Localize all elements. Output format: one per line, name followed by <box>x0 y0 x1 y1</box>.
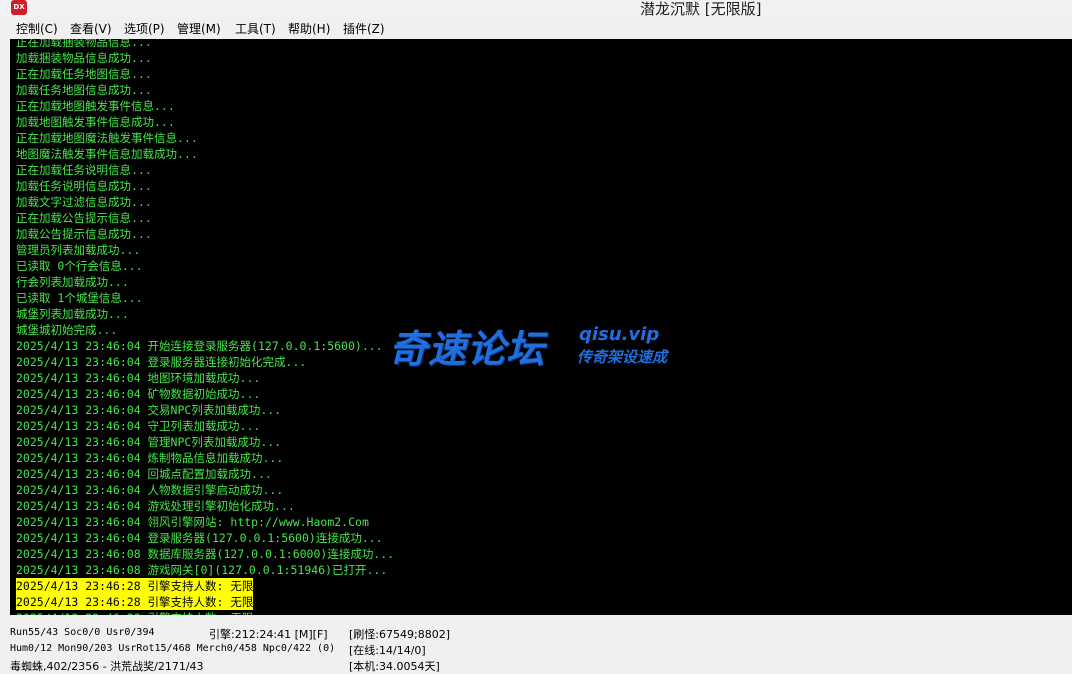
log-line: 2025/4/13 23:46:04 登录服务器连接初始化完成... <box>16 354 394 370</box>
menu-tools[interactable]: 工具(T) <box>235 20 276 37</box>
status-run-counters: Run55/43 Soc0/0 Usr0/394 <box>10 627 155 638</box>
log-line-text: 行会列表加载成功... <box>16 275 129 289</box>
log-line: 2025/4/13 23:46:28 引擎支持人数: 无限 <box>16 610 394 615</box>
log-line-text: 已读取 1个城堡信息... <box>16 291 143 305</box>
log-line-text: 已读取 0个行会信息... <box>16 259 143 273</box>
log-line: 2025/4/13 23:46:04 地图环境加载成功... <box>16 370 394 386</box>
log-line: 地图魔法触发事件信息加载成功... <box>16 146 394 162</box>
log-line-text: 加载文字过滤信息成功... <box>16 195 152 209</box>
log-line-text: 2025/4/13 23:46:04 地图环境加载成功... <box>16 371 261 385</box>
app-icon: DX <box>11 0 27 15</box>
log-line-text: 2025/4/13 23:46:04 开始连接登录服务器(127.0.0.1:5… <box>16 339 383 353</box>
log-line: 2025/4/13 23:46:04 翎风引擎网站: http://www.Ha… <box>16 514 394 530</box>
log-line-text: 正在加载任务地图信息... <box>16 67 152 81</box>
log-line-text: 加载任务地图信息成功... <box>16 83 152 97</box>
log-line: 城堡城初始完成... <box>16 322 394 338</box>
log-line-text: 正在加载地图触发事件信息... <box>16 99 175 113</box>
log-line-text: 2025/4/13 23:46:08 数据库服务器(127.0.0.1:6000… <box>16 547 395 561</box>
log-line: 2025/4/13 23:46:04 矿物数据初始成功... <box>16 386 394 402</box>
log-line-text: 2025/4/13 23:46:28 引擎支持人数: 无限 <box>16 611 253 615</box>
log-line-text: 2025/4/13 23:46:04 交易NPC列表加载成功... <box>16 403 282 417</box>
log-line-text: 2025/4/13 23:46:04 游戏处理引擎初始化成功... <box>16 499 295 513</box>
log-line-text: 2025/4/13 23:46:04 管理NPC列表加载成功... <box>16 435 282 449</box>
menu-plugins[interactable]: 插件(Z) <box>343 20 385 37</box>
log-line-text: 正在加载地图魔法触发事件信息... <box>16 131 198 145</box>
log-line-text: 2025/4/13 23:46:04 翎风引擎网站: http://www.Ha… <box>16 515 369 529</box>
log-line: 正在加载任务说明信息... <box>16 162 394 178</box>
log-line: 2025/4/13 23:46:04 游戏处理引擎初始化成功... <box>16 498 394 514</box>
watermark-subtitle: 传奇架设速成 <box>577 348 668 366</box>
log-line: 加载捆装物品信息成功... <box>16 50 394 66</box>
log-line-text: 2025/4/13 23:46:08 游戏网关[0](127.0.0.1:519… <box>16 563 388 577</box>
log-line: 2025/4/13 23:46:04 守卫列表加载成功... <box>16 418 394 434</box>
status-engine-time: 引擎:212:24:41 [M][F] <box>209 628 328 641</box>
log-line: 正在加载捆装物品信息... <box>16 39 394 50</box>
log-line: 2025/4/13 23:46:04 开始连接登录服务器(127.0.0.1:5… <box>16 338 394 354</box>
log-line: 加载任务说明信息成功... <box>16 178 394 194</box>
status-bar: Run55/43 Soc0/0 Usr0/394 引擎:212:24:41 [M… <box>0 620 1072 673</box>
log-line: 2025/4/13 23:46:04 炼制物品信息加载成功... <box>16 450 394 466</box>
log-line: 正在加载任务地图信息... <box>16 66 394 82</box>
log-line-text: 城堡列表加载成功... <box>16 307 129 321</box>
menu-bar: 控制(C) 查看(V) 选项(P) 管理(M) 工具(T) 帮助(H) 插件(Z… <box>0 17 1072 37</box>
status-spawn: [刷怪:67549;8802] <box>349 628 450 641</box>
log-line: 正在加载地图触发事件信息... <box>16 98 394 114</box>
log-line: 加载文字过滤信息成功... <box>16 194 394 210</box>
log-line-highlighted-text: 2025/4/13 23:46:28 引擎支持人数: 无限 <box>16 578 254 594</box>
log-line: 加载地图触发事件信息成功... <box>16 114 394 130</box>
log-line: 加载公告提示信息成功... <box>16 226 394 242</box>
log-line: 2025/4/13 23:46:28 引擎支持人数: 无限 <box>16 594 394 610</box>
title-bar: DX 潜龙沉默 [无限版] <box>0 0 1072 18</box>
log-line-text: 城堡城初始完成... <box>16 323 118 337</box>
log-line: 2025/4/13 23:46:04 交易NPC列表加载成功... <box>16 402 394 418</box>
log-line-text: 加载地图触发事件信息成功... <box>16 115 175 129</box>
log-line: 正在加载公告提示信息... <box>16 210 394 226</box>
log-line-text: 正在加载捆装物品信息... <box>16 39 152 49</box>
status-entity-counters: Hum0/12 Mon90/203 UsrRot15/468 Merch0/45… <box>10 643 336 654</box>
log-line-text: 正在加载公告提示信息... <box>16 211 152 225</box>
log-line: 城堡列表加载成功... <box>16 306 394 322</box>
log-line: 已读取 0个行会信息... <box>16 258 394 274</box>
log-line-text: 2025/4/13 23:46:04 回城点配置加载成功... <box>16 467 272 481</box>
menu-view[interactable]: 查看(V) <box>70 20 112 37</box>
log-line: 正在加载地图魔法触发事件信息... <box>16 130 394 146</box>
log-line: 行会列表加载成功... <box>16 274 394 290</box>
log-line: 2025/4/13 23:46:28 引擎支持人数: 无限 <box>16 578 394 594</box>
log-line-text: 2025/4/13 23:46:04 矿物数据初始成功... <box>16 387 261 401</box>
log-line: 2025/4/13 23:46:08 数据库服务器(127.0.0.1:6000… <box>16 546 394 562</box>
watermark: 奇速论坛 qisu.vip 传奇架设速成 <box>389 316 689 372</box>
log-line-text: 地图魔法触发事件信息加载成功... <box>16 147 198 161</box>
log-line-text: 2025/4/13 23:46:04 炼制物品信息加载成功... <box>16 451 284 465</box>
log-line: 已读取 1个城堡信息... <box>16 290 394 306</box>
log-line-text: 加载任务说明信息成功... <box>16 179 152 193</box>
log-line-text: 2025/4/13 23:46:04 守卫列表加载成功... <box>16 419 261 433</box>
log-lines: 正在加载捆装物品信息... 加载捆装物品信息成功... 正在加载任务地图信息... 加… <box>16 39 394 615</box>
log-line-text: 加载捆装物品信息成功... <box>16 51 152 65</box>
log-line: 2025/4/13 23:46:04 登录服务器(127.0.0.1:5600)… <box>16 530 394 546</box>
log-line-text: 正在加载任务说明信息... <box>16 163 152 177</box>
log-line: 2025/4/13 23:46:04 人物数据引擎启动成功... <box>16 482 394 498</box>
log-line-highlighted-text: 2025/4/13 23:46:28 引擎支持人数: 无限 <box>16 594 254 610</box>
status-online: [在线:14/14/0] <box>349 644 426 657</box>
watermark-logo-text: 奇速论坛 <box>389 327 546 371</box>
log-line-text: 2025/4/13 23:46:04 登录服务器连接初始化完成... <box>16 355 307 369</box>
log-line: 管理员列表加载成功... <box>16 242 394 258</box>
log-line-text: 2025/4/13 23:46:04 登录服务器(127.0.0.1:5600)… <box>16 531 383 545</box>
log-line: 2025/4/13 23:46:04 回城点配置加载成功... <box>16 466 394 482</box>
menu-help[interactable]: 帮助(H) <box>288 20 330 37</box>
log-line: 加载任务地图信息成功... <box>16 82 394 98</box>
log-line: 2025/4/13 23:46:04 管理NPC列表加载成功... <box>16 434 394 450</box>
log-line-text: 加载公告提示信息成功... <box>16 227 152 241</box>
log-line-text: 管理员列表加载成功... <box>16 243 141 257</box>
log-line: 2025/4/13 23:46:08 游戏网关[0](127.0.0.1:519… <box>16 562 394 578</box>
watermark-url: qisu.vip <box>579 324 660 345</box>
log-line-text: 2025/4/13 23:46:04 人物数据引擎启动成功... <box>16 483 284 497</box>
menu-manage[interactable]: 管理(M) <box>177 20 221 37</box>
menu-options[interactable]: 选项(P) <box>124 20 165 37</box>
menu-control[interactable]: 控制(C) <box>16 20 58 37</box>
